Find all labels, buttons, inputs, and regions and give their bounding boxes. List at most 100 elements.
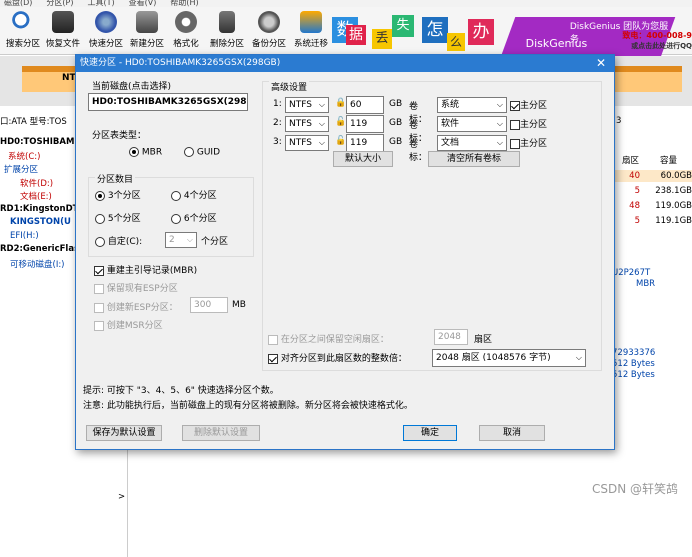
checkbox-icon — [94, 320, 104, 331]
migrate-icon — [300, 11, 322, 33]
menu-partition[interactable]: 分区(P) — [46, 0, 73, 7]
primary-checkbox[interactable]: 主分区 — [510, 98, 547, 111]
primary-checkbox[interactable]: 主分区 — [510, 136, 547, 149]
system-migrate-button[interactable]: 系统迁移 — [288, 9, 334, 49]
current-disk-field[interactable]: HD0:TOSHIBAMK3265GSX(298 — [88, 93, 248, 111]
trash-icon — [219, 11, 235, 33]
dialog-titlebar: 快速分区 - HD0:TOSHIBAMK3265GSX(298GB) ✕ — [76, 55, 614, 72]
partition-count-group: 分区数目 3个分区 4个分区 5个分区 6个分区 自定(C): 2 ⌵ 个分区 — [88, 172, 254, 257]
guid-radio[interactable]: GUID — [184, 147, 220, 158]
tree-item[interactable]: 可移动磁盘(I:) — [10, 258, 65, 270]
menu-tools[interactable]: 工具(T) — [87, 0, 114, 7]
esp-size-input[interactable]: 300 — [190, 297, 228, 313]
quick-partition-button[interactable]: 快速分区 — [83, 9, 129, 49]
menu-view[interactable]: 查看(V) — [129, 0, 157, 7]
fs-select[interactable]: NTFS ⌵ — [285, 97, 329, 113]
chevron-down-icon: ⌵ — [186, 235, 193, 244]
mbr-radio[interactable]: MBR — [129, 147, 162, 158]
clear-labels-button[interactable]: 清空所有卷标 — [428, 151, 520, 167]
partition-table-type-label: 分区表类型： — [92, 131, 147, 141]
checkbox-icon — [268, 334, 278, 345]
search-icon — [12, 11, 34, 33]
warning-text: 注意: 此功能执行后，当前磁盘上的现有分区将被删除。新分区将会被快速格式化。 — [83, 401, 413, 411]
radio-icon — [129, 147, 139, 157]
scroll-right-icon[interactable]: > — [118, 492, 125, 502]
checkbox-icon — [510, 119, 520, 130]
custom-count-select[interactable]: 2 ⌵ — [165, 232, 197, 248]
recover-files-button[interactable]: 恢复文件 — [40, 9, 86, 49]
disk-icon — [95, 11, 117, 33]
fs-select[interactable]: NTFS ⌵ — [285, 116, 329, 132]
unlock-icon[interactable]: 🔓 — [335, 136, 346, 146]
esp-size-unit: MB — [232, 300, 246, 310]
delete-partition-button[interactable]: 删除分区 — [204, 9, 250, 49]
save-default-button[interactable]: 保存为默认设置 — [86, 425, 162, 441]
count-6-radio[interactable]: 6个分区 — [171, 211, 217, 224]
lock-icon[interactable]: 🔒 — [335, 98, 346, 108]
default-size-button[interactable]: 默认大小 — [333, 151, 393, 167]
tree-item[interactable]: RD2:GenericFlas — [0, 244, 79, 254]
chevron-down-icon: ⌵ — [318, 119, 325, 128]
fs-select[interactable]: NTFS ⌵ — [285, 135, 329, 151]
tree-item[interactable]: 文档(E:) — [20, 190, 52, 202]
menu-disk[interactable]: 磁盘(D) — [4, 0, 32, 7]
current-disk-label: 当前磁盘(点击选择) — [92, 82, 172, 92]
reserve-sectors-checkbox[interactable]: 在分区之间保留空闲扇区： — [268, 332, 389, 345]
chevron-down-icon: ⌵ — [496, 138, 503, 147]
close-icon[interactable]: ✕ — [596, 55, 606, 72]
unlock-icon[interactable]: 🔓 — [335, 117, 346, 127]
volume-label-select[interactable]: 软件 ⌵ — [437, 116, 507, 132]
banner-tile: 办 — [468, 19, 494, 45]
dialog-title: 快速分区 - HD0:TOSHIBAMK3265GSX(298GB) — [80, 58, 281, 68]
count-custom-radio[interactable]: 自定(C): — [95, 234, 142, 247]
align-sectors-select[interactable]: 2048 扇区 (1048576 字节) ⌵ — [432, 349, 586, 367]
radio-icon — [171, 213, 181, 224]
radio-icon — [95, 236, 105, 247]
volume-label-select[interactable]: 文档 ⌵ — [437, 135, 507, 151]
tree-item[interactable]: EFI(H:) — [10, 231, 39, 241]
size-input[interactable]: 60 — [346, 96, 384, 114]
size-input[interactable]: 119 — [346, 134, 384, 152]
partition-count-label: 分区数目 — [95, 172, 136, 185]
count-5-radio[interactable]: 5个分区 — [95, 211, 141, 224]
create-msr-checkbox[interactable]: 创建MSR分区 — [94, 318, 163, 331]
radio-icon — [184, 147, 194, 157]
reserve-sectors-input[interactable]: 2048 — [434, 329, 468, 345]
ad-banner[interactable]: 数 据 丢 失 怎 么 办 DiskGenius 团队为您服务 DiskGeniu… — [332, 15, 692, 57]
backup-partition-button[interactable]: 备份分区 — [246, 9, 292, 49]
volume-label-select[interactable]: 系统 ⌵ — [437, 97, 507, 113]
ok-button[interactable]: 确定 — [403, 425, 457, 441]
banner-tile: 丢 — [372, 29, 392, 49]
tree-item[interactable]: 扩展分区 — [4, 163, 38, 175]
menu-help[interactable]: 帮助(H) — [170, 0, 198, 7]
rebuild-mbr-checkbox[interactable]: 重建主引导记录(MBR) — [94, 263, 197, 276]
primary-checkbox[interactable]: 主分区 — [510, 117, 547, 130]
disk-info-label: 口:ATA 型号:TOS — [0, 117, 67, 127]
format-button[interactable]: 格式化 — [163, 9, 209, 49]
chevron-down-icon: ⌵ — [318, 100, 325, 109]
align-partition-checkbox[interactable]: 对齐分区到此扇区数的整数倍： — [268, 351, 407, 364]
tree-item[interactable]: 系统(C:) — [8, 150, 40, 162]
banner-tile: 怎 — [422, 17, 448, 43]
banner-phone: 致电：400-008-9 或点击此处进行QQ — [622, 31, 692, 50]
tree-item[interactable]: KINGSTON(U — [10, 217, 71, 227]
banner-tile: 失 — [392, 15, 414, 37]
backup-icon — [258, 11, 280, 33]
tree-item[interactable]: HD0:TOSHIBAM — [0, 137, 74, 147]
count-3-radio[interactable]: 3个分区 — [95, 188, 141, 201]
delete-default-button[interactable]: 删除默认设置 — [182, 425, 260, 441]
reserve-sectors-unit: 扇区 — [474, 335, 493, 345]
count-4-radio[interactable]: 4个分区 — [171, 188, 217, 201]
cancel-button[interactable]: 取消 — [479, 425, 545, 441]
size-input[interactable]: 119 — [346, 115, 384, 133]
keep-esp-checkbox[interactable]: 保留现有ESP分区 — [94, 281, 178, 294]
banner-tile: 么 — [447, 33, 465, 51]
layers-icon — [136, 11, 158, 33]
create-esp-checkbox[interactable]: 创建新ESP分区： — [94, 300, 178, 313]
chevron-down-icon: ⌵ — [496, 100, 503, 109]
radio-icon — [95, 213, 105, 224]
tree-item[interactable]: 软件(D:) — [20, 177, 53, 189]
recover-icon — [52, 11, 74, 33]
checkbox-icon — [94, 302, 104, 313]
tree-item[interactable]: RD1:KingstonDT — [0, 204, 78, 214]
